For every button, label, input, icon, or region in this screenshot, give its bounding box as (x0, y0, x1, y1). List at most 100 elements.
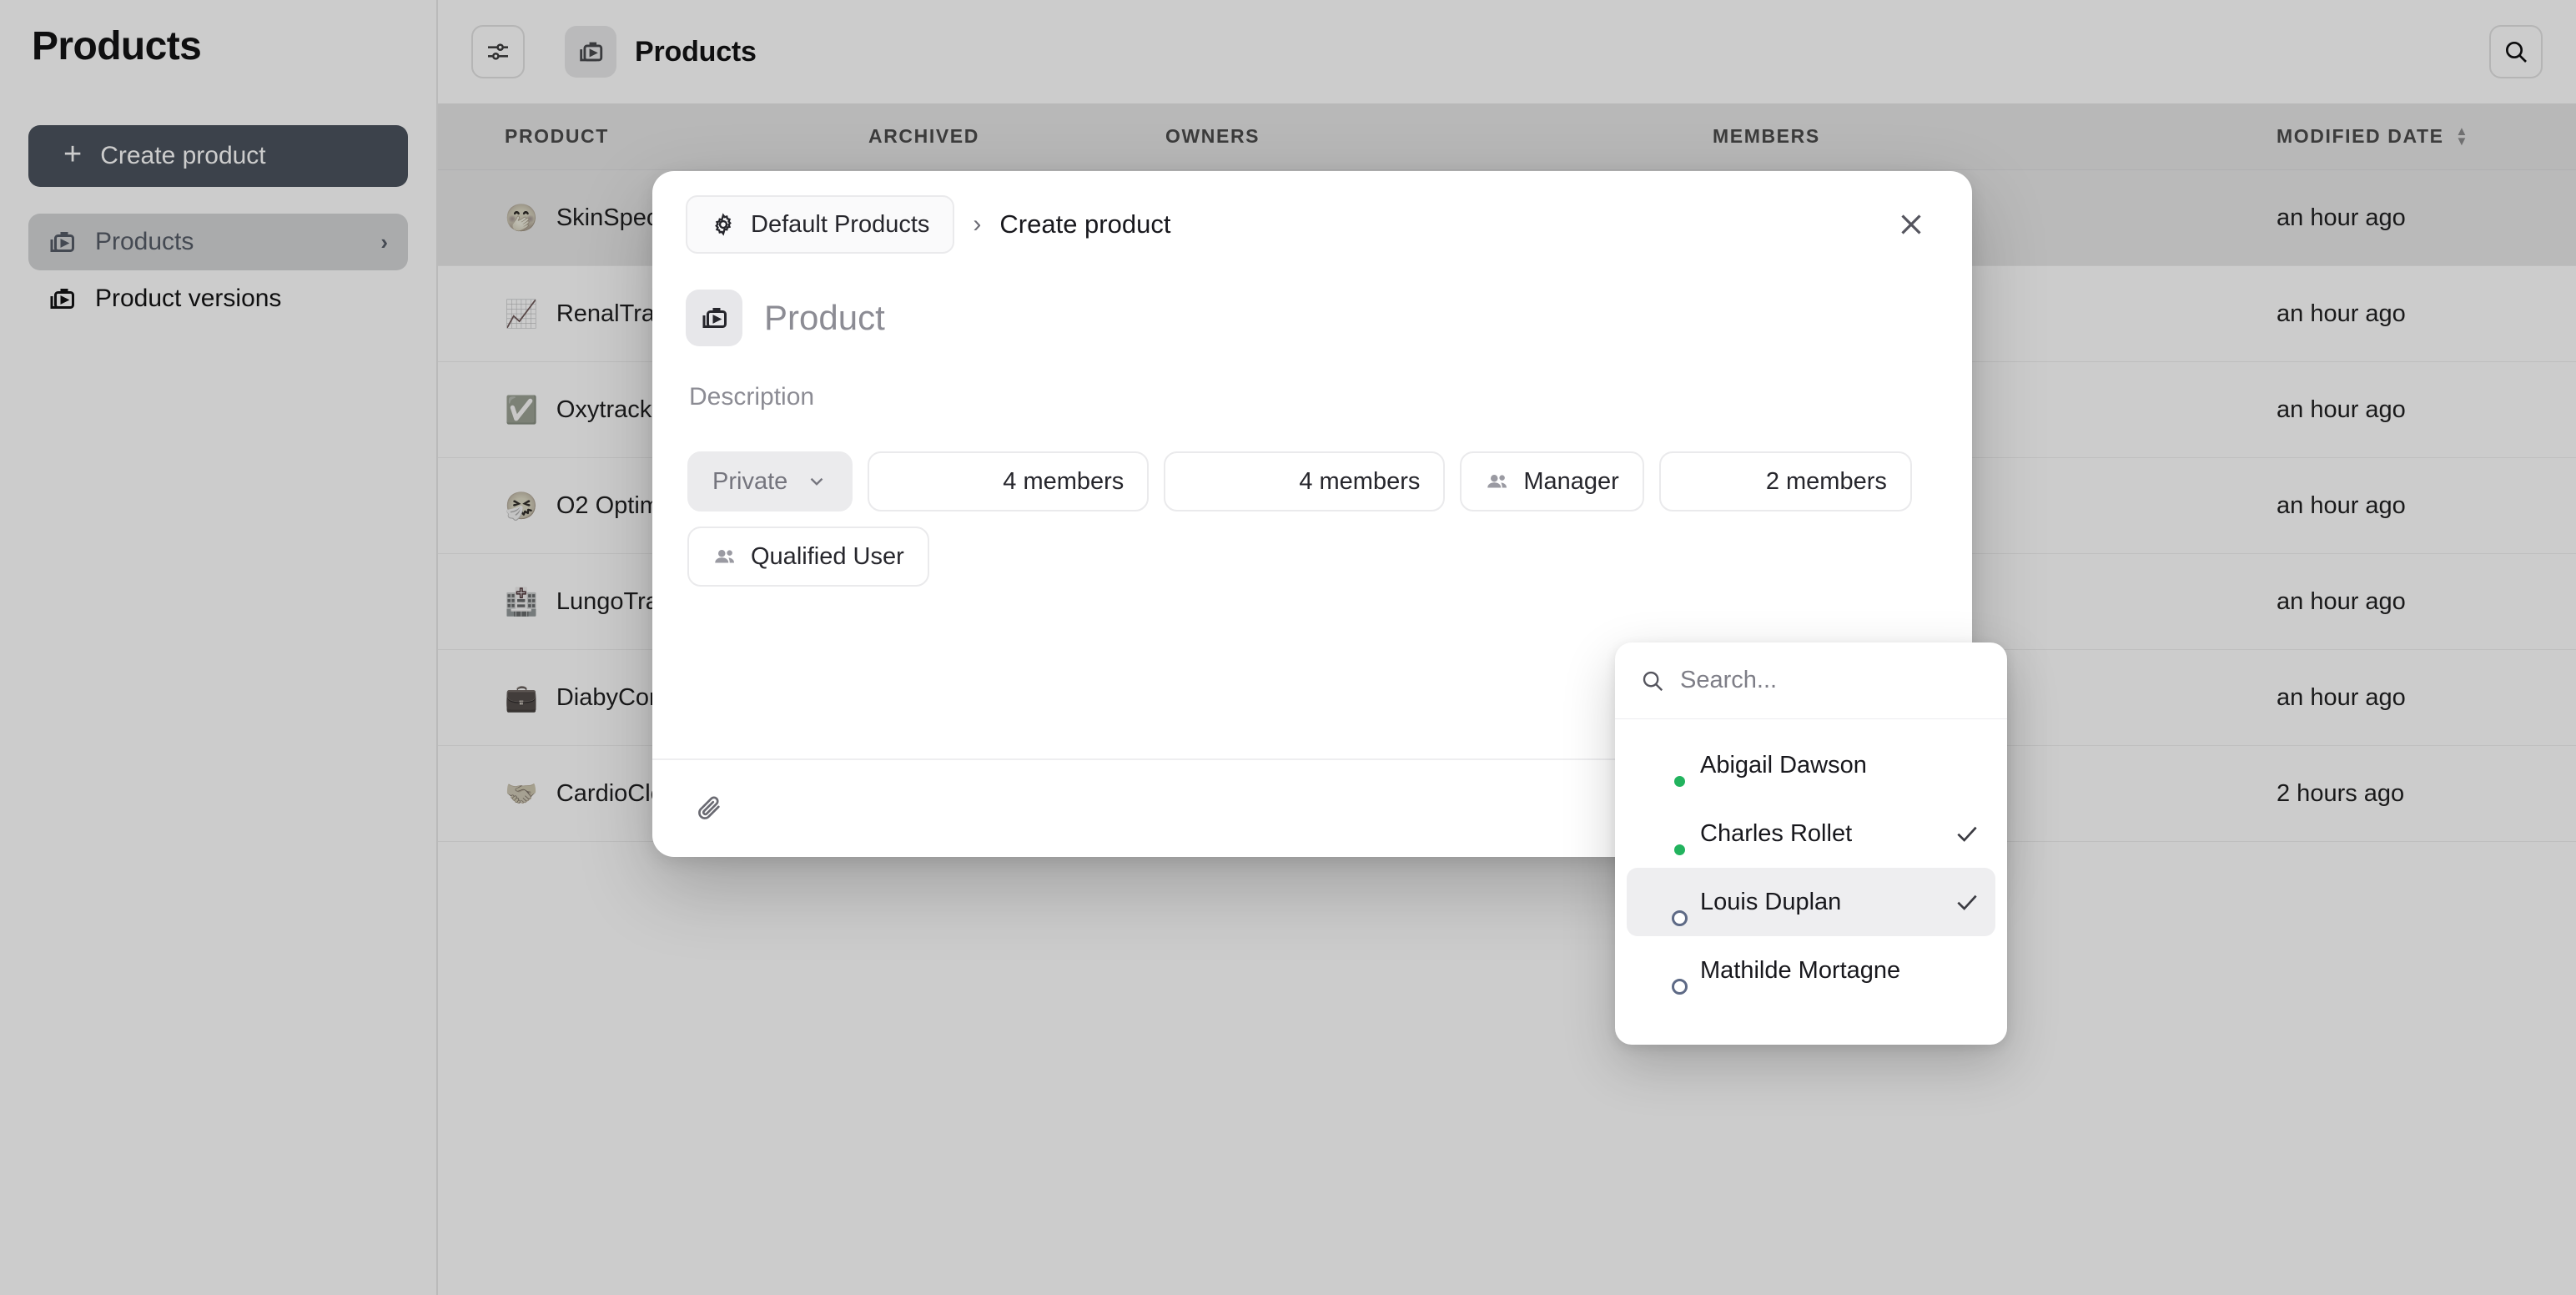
chip-members-3[interactable]: 2 members (1659, 451, 1912, 511)
user-picker-dropdown: Abigail Dawson Charles Rollet Louis Dupl… (1615, 642, 2007, 1045)
product-emoji-icon: 🤭 (505, 204, 538, 231)
dropdown-user-item[interactable]: Charles Rollet (1627, 799, 1995, 868)
dropdown-user-name: Charles Rollet (1700, 820, 1852, 848)
check-icon (1954, 889, 1980, 915)
dropdown-user-item[interactable]: Abigail Dawson (1627, 731, 1995, 799)
briefcase-play-icon (576, 38, 605, 66)
product-emoji-icon: 💼 (505, 684, 538, 711)
chevron-right-icon: › (973, 210, 981, 239)
close-icon (1896, 209, 1926, 239)
chip-label: Manager (1523, 468, 1618, 496)
chip-label: 4 members (1299, 468, 1420, 496)
product-emoji-icon: 🤧 (505, 492, 538, 519)
chip-members-2[interactable]: 4 members (1164, 451, 1445, 511)
dropdown-user-item[interactable]: Mathilde Mortagne (1627, 936, 1995, 1005)
filter-settings-button[interactable] (471, 25, 525, 78)
chevron-right-icon: › (380, 229, 388, 255)
briefcase-play-icon (47, 284, 77, 314)
product-emoji-icon: 📈 (505, 300, 538, 327)
product-emoji-icon: 🏥 (505, 588, 538, 615)
plus-icon: + (63, 144, 82, 166)
chip-label: Qualified User (751, 543, 904, 571)
column-header-archived[interactable]: ARCHIVED (868, 125, 1165, 148)
column-header-members[interactable]: MEMBERS (1713, 125, 2277, 148)
dropdown-user-name: Louis Duplan (1700, 889, 1841, 916)
column-header-product[interactable]: PRODUCT (438, 125, 868, 148)
modal-breadcrumb-label: Default Products (751, 211, 929, 239)
modal-breadcrumb-chip[interactable]: Default Products (686, 195, 954, 254)
avatar-wrapper (1638, 743, 1682, 787)
breadcrumb-label: Products (635, 36, 757, 68)
search-button[interactable] (2489, 25, 2543, 78)
gear-icon (711, 212, 736, 237)
chevron-down-icon (806, 471, 828, 492)
breadcrumb-icon-box[interactable] (565, 26, 616, 78)
create-product-label: Create product (100, 142, 265, 170)
briefcase-play-icon (699, 303, 729, 333)
chip-avatars (1684, 461, 1753, 501)
dropdown-search-input[interactable] (1680, 667, 1955, 694)
cell-modified-date: 2 hours ago (2277, 780, 2576, 808)
column-header-modified-date-label: MODIFIED DATE (2277, 125, 2444, 148)
presence-online-icon (1672, 842, 1688, 858)
cell-modified-date: an hour ago (2277, 684, 2576, 712)
presence-offline-icon (1672, 910, 1688, 926)
modal-chip-row: Private 4 members 4 members Manager 2 membe… (687, 451, 1939, 587)
chip-avatars (893, 461, 989, 501)
close-button[interactable] (1887, 200, 1935, 249)
column-header-owners[interactable]: OWNERS (1165, 125, 1713, 148)
attach-file-button[interactable] (686, 785, 732, 832)
people-icon (712, 544, 737, 569)
chip-members-1[interactable]: 4 members (868, 451, 1149, 511)
dropdown-search-row (1615, 642, 2007, 719)
cell-modified-date: an hour ago (2277, 300, 2576, 328)
presence-online-icon (1672, 773, 1688, 789)
create-product-button[interactable]: + Create product (28, 125, 408, 187)
avatar (949, 461, 989, 501)
avatar-wrapper (1638, 812, 1682, 855)
column-header-modified-date[interactable]: MODIFIED DATE ▲▼ (2277, 125, 2576, 148)
product-name-row (686, 290, 1939, 346)
sidebar: Products + Create product Products › (0, 0, 438, 1295)
modal-header: Default Products › Create product (652, 171, 1972, 278)
sidebar-item-label: Product versions (95, 285, 281, 313)
topbar: Products (438, 0, 2576, 103)
sidebar-item-product-versions[interactable]: Product versions (28, 270, 408, 327)
avatar-wrapper (1638, 949, 1682, 992)
chip-label: Private (712, 468, 787, 496)
paperclip-icon (695, 794, 723, 823)
sidebar-item-products[interactable]: Products › (28, 214, 408, 270)
briefcase-play-icon (47, 227, 77, 257)
product-emoji-icon: 🤝 (505, 780, 538, 807)
sidebar-nav: Products › Product versions (28, 214, 408, 327)
product-icon-picker[interactable] (686, 290, 742, 346)
product-emoji-icon: ✅ (505, 396, 538, 423)
search-icon (2503, 38, 2529, 65)
dropdown-user-name: Mathilde Mortagne (1700, 957, 1900, 985)
people-icon (1485, 469, 1510, 494)
dropdown-user-item[interactable]: Louis Duplan (1627, 868, 1995, 936)
cell-modified-date: an hour ago (2277, 492, 2576, 520)
check-icon (1954, 820, 1980, 847)
chip-label: 2 members (1766, 468, 1887, 496)
chip-manager[interactable]: Manager (1460, 451, 1643, 511)
chip-label: 4 members (1003, 468, 1124, 496)
avatar (1245, 461, 1285, 501)
dropdown-user-list: Abigail Dawson Charles Rollet Louis Dupl… (1615, 719, 2007, 1045)
sidebar-title: Products (32, 23, 408, 69)
product-description-input[interactable] (689, 383, 1523, 411)
dropdown-user-name: Abigail Dawson (1700, 752, 1867, 779)
product-name-input[interactable] (764, 298, 1515, 338)
table-header-row: PRODUCT ARCHIVED OWNERS MEMBERS MODIFIED… (438, 103, 2576, 170)
chip-qualified-user[interactable]: Qualified User (687, 527, 929, 587)
chip-visibility[interactable]: Private (687, 451, 853, 511)
chip-avatars (1189, 461, 1285, 501)
sliders-icon (485, 38, 511, 65)
sort-arrows-icon[interactable]: ▲▼ (2456, 128, 2469, 145)
avatar-wrapper (1638, 880, 1682, 924)
product-name: Oxytrack (556, 396, 652, 424)
avatar (1713, 461, 1753, 501)
search-icon (1640, 668, 1665, 693)
sidebar-item-label: Products (95, 228, 194, 256)
cell-modified-date: an hour ago (2277, 204, 2576, 232)
